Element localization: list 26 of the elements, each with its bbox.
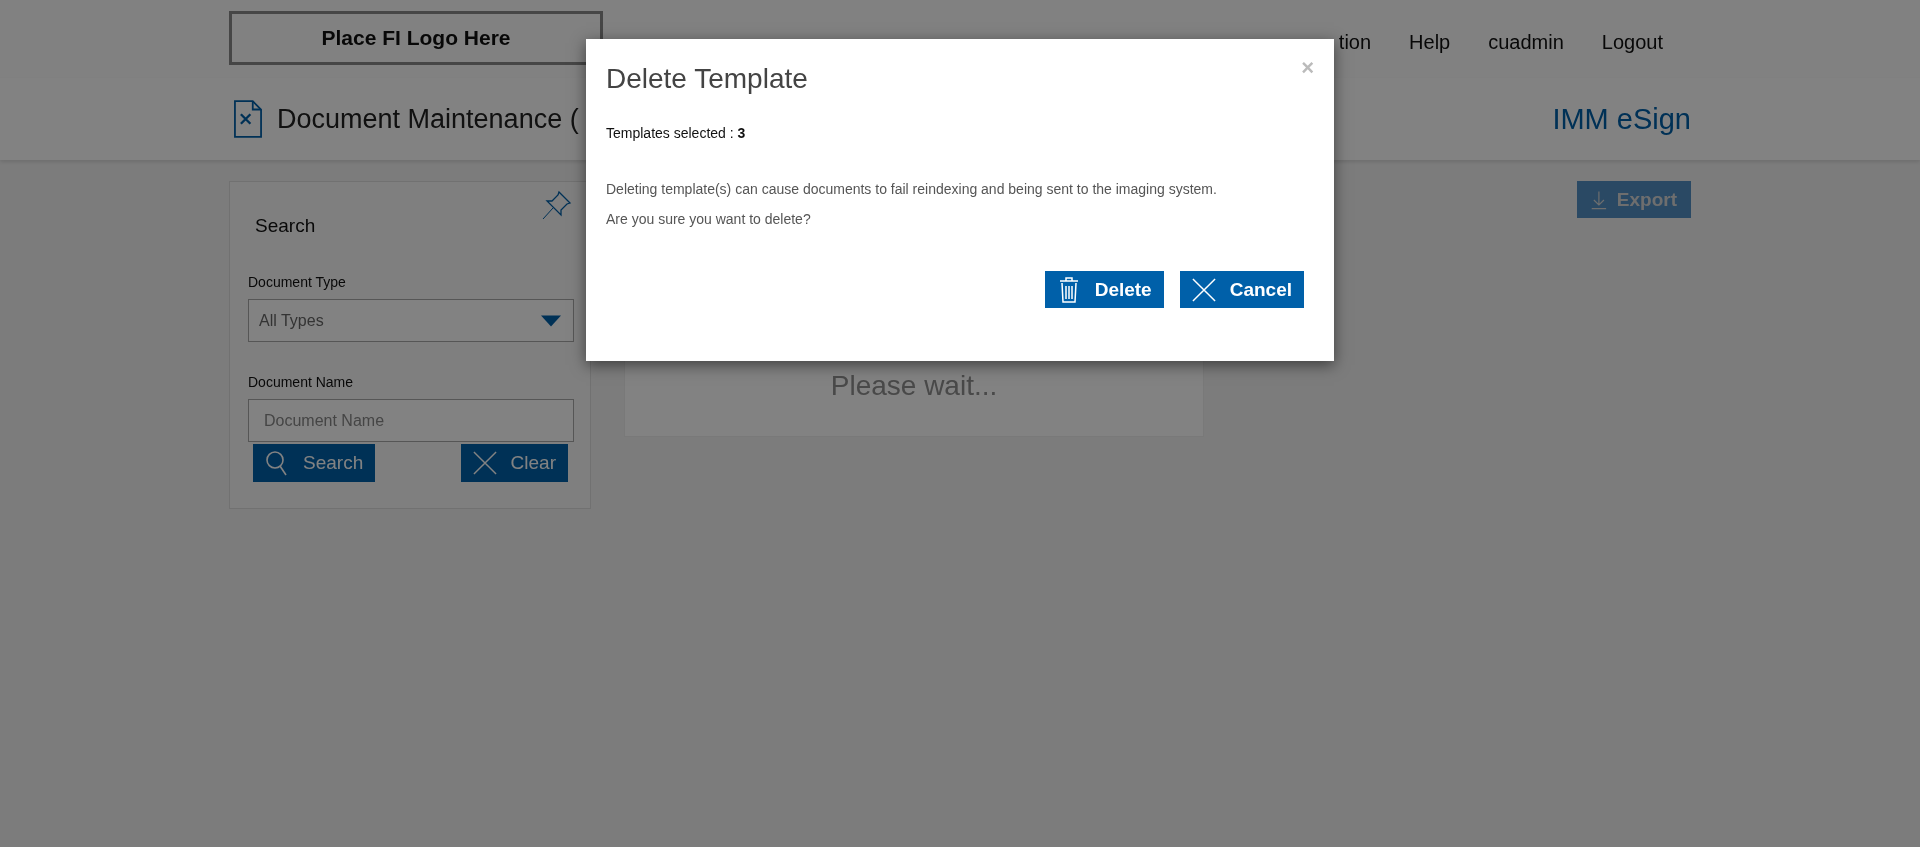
selected-count: Templates selected : 3 <box>606 125 747 141</box>
search-icon <box>265 450 289 476</box>
panel-title: Search <box>255 215 316 237</box>
logo-text: Place FI Logo Here <box>321 26 511 50</box>
field-label: Document Name <box>248 374 355 390</box>
pin-icon[interactable] <box>542 190 572 220</box>
nav-link[interactable]: tion <box>1338 30 1372 54</box>
nav-link[interactable]: Logout <box>1601 30 1663 54</box>
dialog-message: Are you sure you want to delete? <box>606 211 812 227</box>
field-label: Document Type <box>248 274 347 290</box>
search-button[interactable]: Search <box>253 444 376 482</box>
close-icon <box>472 450 497 476</box>
nav-link[interactable]: Help <box>1409 30 1451 54</box>
delete-button[interactable]: Delete <box>1044 271 1164 308</box>
dialog-title: Delete Template <box>606 63 808 95</box>
dialog-message: Deleting template(s) can cause documents to fail reindexing and being sent to the imaging system. <box>606 181 1218 197</box>
close-icon <box>1191 276 1216 303</box>
brand-name: IMM eSign <box>1552 102 1691 136</box>
text-field[interactable]: Document Name <box>248 399 574 442</box>
clear-button[interactable]: Clear <box>460 444 568 482</box>
caret-icon <box>541 314 561 327</box>
page-title: Document Maintenance ( <box>277 103 579 135</box>
nav-link[interactable]: cuadmin <box>1488 30 1564 54</box>
dropdown-field[interactable]: All Types <box>248 299 574 342</box>
cancel-button[interactable]: Cancel <box>1179 271 1304 308</box>
loading-message: Please wait... <box>830 370 998 403</box>
